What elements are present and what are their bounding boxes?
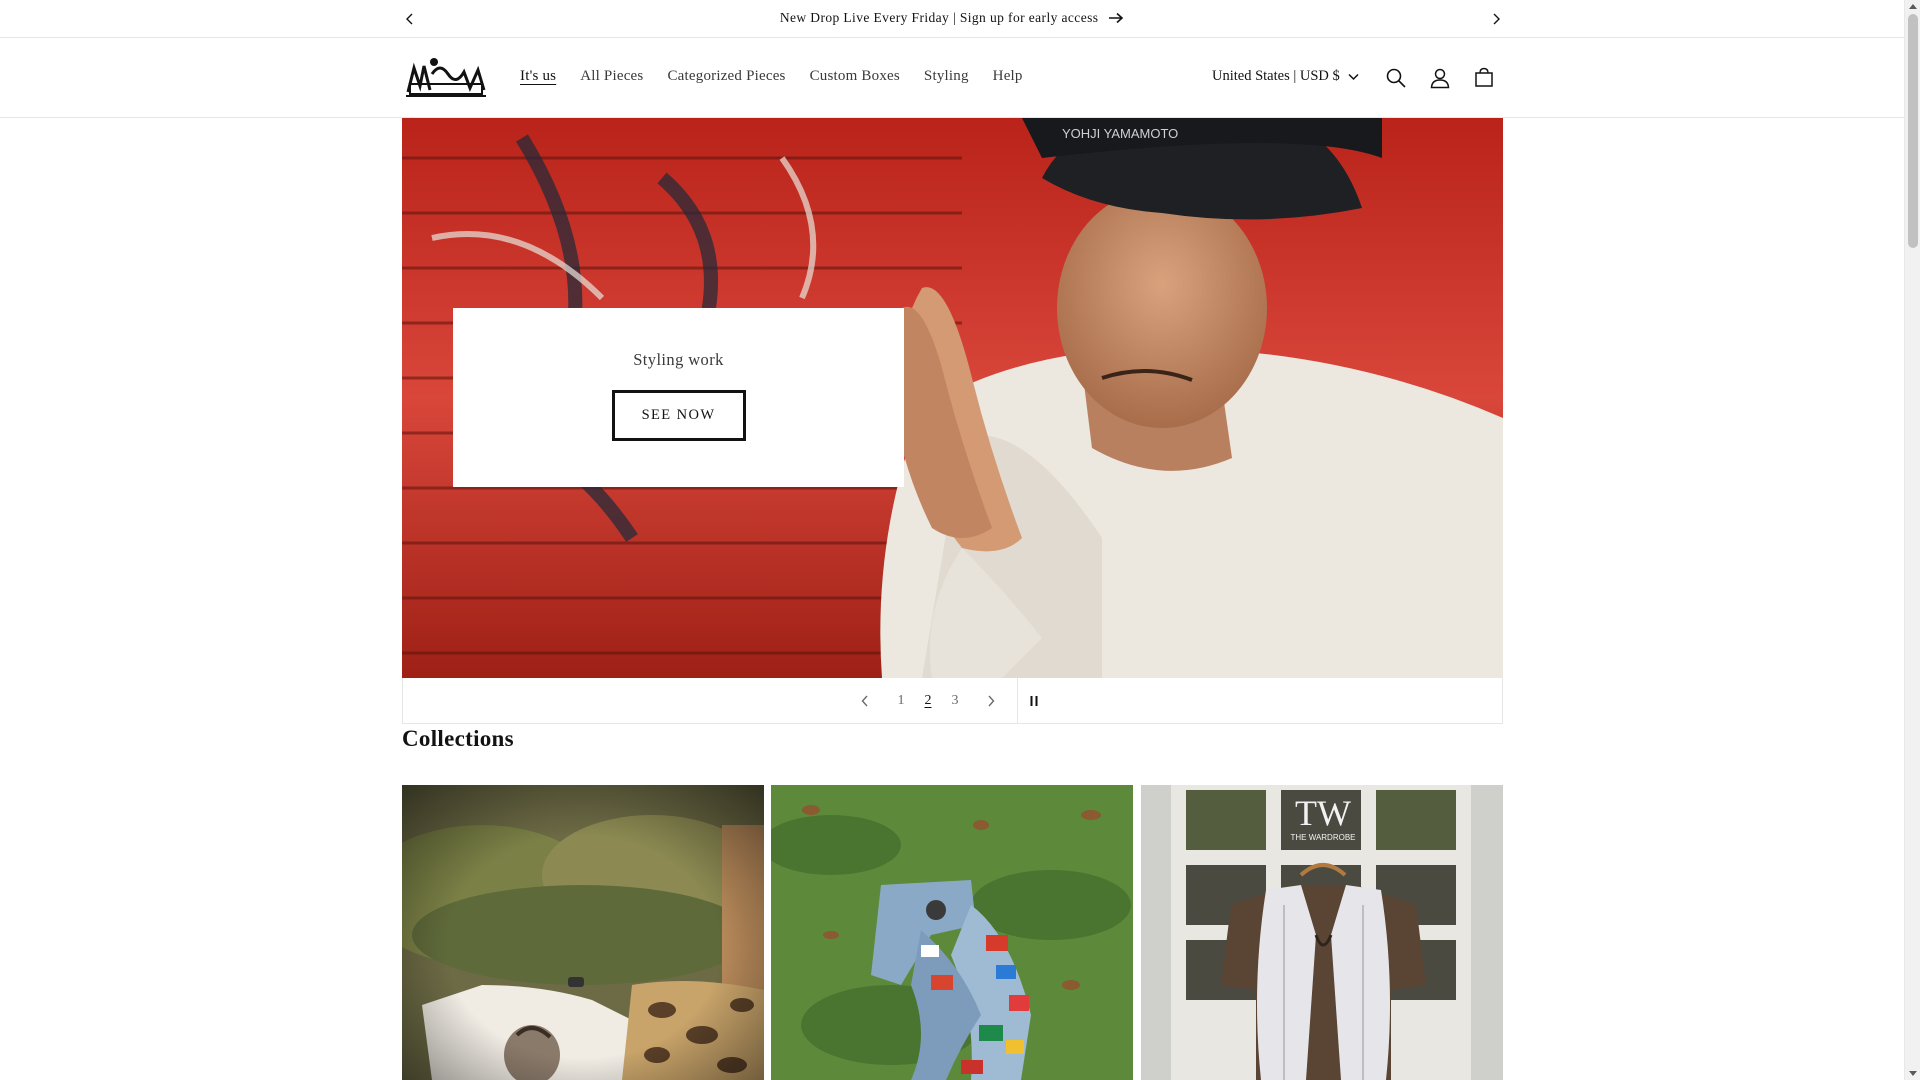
announcement-bar: New Drop Live Every Friday | Sign up for… — [0, 0, 1904, 38]
site-logo[interactable] — [404, 54, 488, 100]
locale-label: United States | USD $ — [1212, 68, 1340, 84]
hero-heading: Styling work — [633, 350, 724, 369]
search-icon — [1386, 68, 1406, 88]
nav-all-pieces[interactable]: All Pieces — [580, 68, 643, 85]
nav-its-us[interactable]: It's us — [520, 68, 556, 85]
cart-button[interactable] — [1471, 65, 1497, 91]
slide-dot-2[interactable]: 2 — [920, 690, 936, 712]
chevron-down-icon — [1348, 73, 1359, 80]
slide-dot-1[interactable]: 1 — [893, 690, 909, 712]
account-button[interactable] — [1427, 65, 1453, 91]
scroll-down-arrow[interactable] — [1909, 1071, 1917, 1076]
see-now-button[interactable]: SEE NOW — [611, 390, 746, 441]
hero-content-box: Styling work SEE NOW — [453, 308, 904, 487]
slide-prev-button[interactable] — [855, 690, 875, 712]
announcement-link[interactable]: New Drop Live Every Friday | Sign up for… — [0, 9, 1904, 26]
nav-categorized-pieces[interactable]: Categorized Pieces — [667, 68, 785, 85]
pause-icon — [1030, 696, 1038, 706]
collection-card-wardrobe[interactable]: TW THE WARDROBE — [1141, 785, 1503, 1080]
site-header: It's us All Pieces Categorized Pieces Cu… — [0, 38, 1904, 118]
search-button[interactable] — [1383, 65, 1409, 91]
announcement-message: New Drop Live Every Friday | Sign up for… — [779, 9, 1099, 25]
scroll-up-arrow[interactable] — [1909, 4, 1917, 9]
scrollbar-thumb[interactable] — [1908, 14, 1918, 248]
announcement-next-button[interactable] — [1486, 9, 1506, 29]
slide-dot-3[interactable]: 3 — [947, 690, 963, 712]
controls-divider — [1017, 678, 1018, 724]
slideshow-pause-button[interactable] — [1024, 690, 1044, 712]
logo-graphic — [406, 58, 486, 97]
chevron-right-icon — [988, 695, 995, 707]
collection-card-denim[interactable] — [771, 785, 1133, 1080]
collection-image-tees — [402, 785, 764, 1080]
collection-card-tees[interactable] — [402, 785, 764, 1080]
hero-slideshow: YOHJI YAMAMOTO Styling work SEE NOW — [402, 118, 1503, 678]
nav-styling[interactable]: Styling — [924, 68, 969, 85]
chevron-right-icon — [1493, 13, 1500, 25]
sign-sub-text: THE WARDROBE — [1290, 833, 1355, 842]
slide-next-button[interactable] — [981, 690, 1001, 712]
cart-icon — [1475, 67, 1493, 87]
main-nav: It's us All Pieces Categorized Pieces Cu… — [520, 68, 1047, 85]
country-currency-selector[interactable]: United States | USD $ — [1212, 68, 1359, 85]
account-icon — [1430, 68, 1450, 89]
sign-logo-text: TW — [1295, 793, 1351, 833]
slideshow-controls: 1 2 3 — [402, 678, 1503, 724]
nav-custom-boxes[interactable]: Custom Boxes — [810, 68, 900, 85]
collection-image-wardrobe: TW THE WARDROBE — [1141, 785, 1503, 1080]
cap-logo-text: YOHJI YAMAMOTO — [1062, 126, 1178, 141]
page-scrollbar[interactable] — [1904, 0, 1920, 1080]
chevron-left-icon — [861, 695, 868, 707]
nav-help[interactable]: Help — [993, 68, 1023, 85]
collection-image-denim — [771, 785, 1133, 1080]
arrow-right-icon — [1109, 12, 1124, 24]
collections-heading: Collections — [402, 726, 514, 751]
